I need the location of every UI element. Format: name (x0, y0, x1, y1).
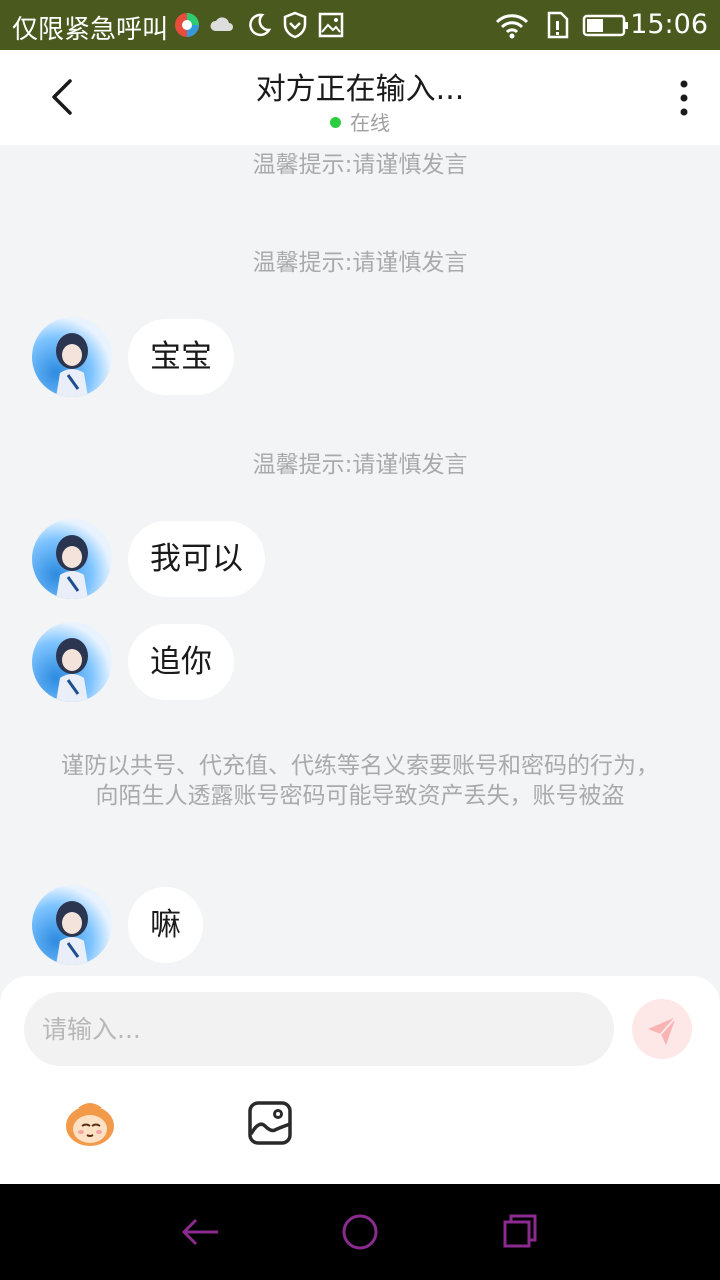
more-vertical-icon[interactable] (676, 78, 692, 118)
status-bar: 仅限紧急呼叫 15:06 (0, 0, 720, 50)
message-list[interactable]: 温馨提示:请谨慎发言 温馨提示:请谨慎发言 宝宝 温馨提示:请谨慎发言 我可以 … (0, 145, 720, 985)
back-arrow-icon[interactable] (178, 1212, 222, 1252)
send-button[interactable] (632, 999, 692, 1059)
message-bubble: 追你 (128, 624, 234, 700)
message-bubble: 嘛 (128, 887, 203, 963)
online-status: 在线 (0, 107, 720, 136)
clock: 15:06 (630, 9, 708, 40)
home-circle-icon[interactable] (338, 1212, 382, 1252)
message-input[interactable] (24, 992, 614, 1066)
system-notice: 温馨提示:请谨慎发言 (252, 452, 468, 478)
sim-icon (547, 11, 569, 39)
online-dot-icon (330, 117, 341, 128)
system-notice: 温馨提示:请谨慎发言 (252, 152, 468, 178)
send-icon (648, 1016, 677, 1045)
avatar[interactable] (32, 519, 112, 599)
chat-title: 对方正在输入... (255, 72, 465, 107)
battery-icon (582, 14, 628, 37)
chat-header: 对方正在输入... 在线 (0, 50, 720, 145)
online-status-label: 在线 (350, 111, 390, 135)
shield-icon (283, 11, 307, 39)
system-notice: 温馨提示:请谨慎发言 (252, 250, 468, 276)
wifi-icon (495, 14, 529, 39)
avatar[interactable] (32, 622, 112, 702)
image-icon[interactable] (247, 1100, 293, 1146)
carrier-text: 仅限紧急呼叫 (12, 15, 169, 45)
system-nav-bar (0, 1184, 720, 1280)
app-icon (175, 13, 199, 37)
recents-icon[interactable] (498, 1212, 542, 1252)
moon-icon (249, 13, 272, 37)
avatar[interactable] (32, 885, 112, 965)
message-bubble: 我可以 (128, 521, 265, 597)
avatar[interactable] (32, 317, 112, 397)
safety-warning: 谨防以共号、代充值、代练等名义索要账号和密码的行为，向陌生人透露账号密码可能导致… (61, 753, 659, 809)
emoji-icon[interactable] (60, 1098, 120, 1150)
cloud-icon (210, 17, 233, 31)
message-bubble: 宝宝 (128, 319, 234, 395)
gallery-icon (318, 12, 344, 38)
composer (0, 976, 720, 1184)
